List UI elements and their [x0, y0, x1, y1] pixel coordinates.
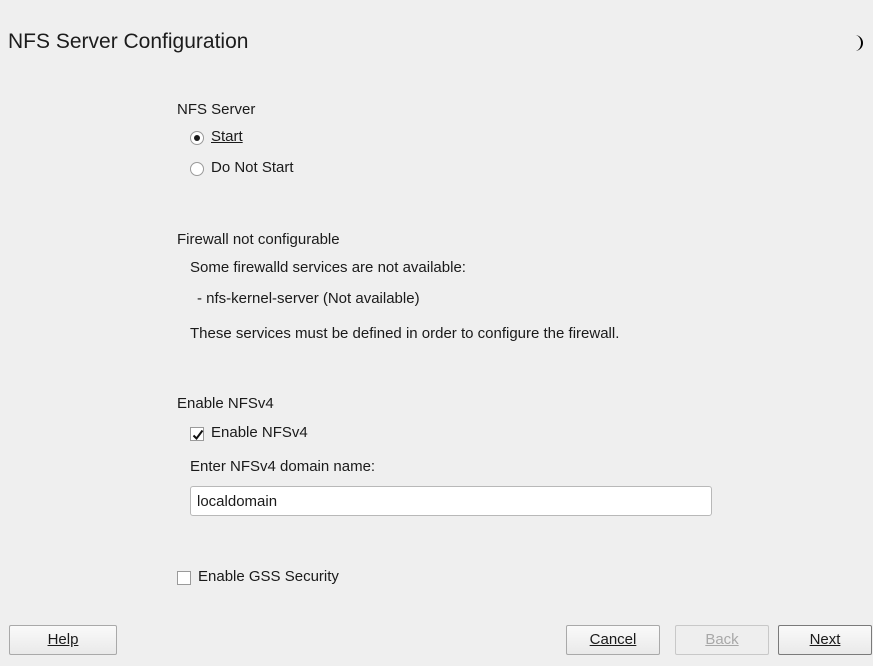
radio-start-label-text: Start: [211, 128, 243, 145]
nfs-server-heading: NFS Server: [177, 101, 256, 118]
domain-name-input[interactable]: [190, 486, 712, 516]
next-button-label: Next: [809, 631, 841, 648]
checkmark-icon: [192, 429, 204, 441]
radio-start[interactable]: [190, 131, 204, 145]
firewall-line-2: - nfs-kernel-server (Not available): [197, 290, 420, 307]
enable-nfsv4-checkbox[interactable]: [190, 427, 204, 441]
back-button[interactable]: Back: [675, 625, 769, 655]
radio-do-not-start-option[interactable]: Do Not Start: [190, 159, 330, 181]
back-button-label: Back: [705, 631, 739, 648]
enable-nfsv4-label: Enable NFSv4: [211, 424, 308, 441]
page-title-text: NFS Server Configuration: [8, 30, 249, 53]
firewall-heading: Firewall not configurable: [177, 231, 340, 248]
cancel-button[interactable]: Cancel: [566, 625, 660, 655]
enable-gss-label: Enable GSS Security: [198, 568, 339, 585]
enable-gss-checkbox[interactable]: [177, 571, 191, 585]
nfsv4-heading: Enable NFSv4: [177, 395, 274, 412]
help-button[interactable]: Help: [9, 625, 117, 655]
domain-name-label: Enter NFSv4 domain name:: [190, 458, 376, 475]
enable-gss-option[interactable]: Enable GSS Security: [177, 568, 367, 590]
moon-icon: [855, 35, 863, 51]
radio-start-option[interactable]: Start: [190, 128, 270, 150]
firewall-line-1: Some firewalld services are not availabl…: [190, 259, 466, 276]
page-title: NFS Server Configuration: [8, 30, 248, 54]
radio-do-not-start-label: Do Not Start: [211, 159, 294, 176]
next-button[interactable]: Next: [778, 625, 872, 655]
firewall-line-3: These services must be defined in order …: [190, 325, 620, 342]
radio-start-label: Start: [211, 128, 243, 145]
cancel-button-label: Cancel: [589, 631, 637, 648]
radio-do-not-start[interactable]: [190, 162, 204, 176]
help-button-label: Help: [47, 631, 79, 648]
enable-nfsv4-option[interactable]: Enable NFSv4: [190, 424, 340, 446]
nfs-server-config-dialog: NFS Server Configuration NFS Server Star…: [0, 0, 873, 666]
